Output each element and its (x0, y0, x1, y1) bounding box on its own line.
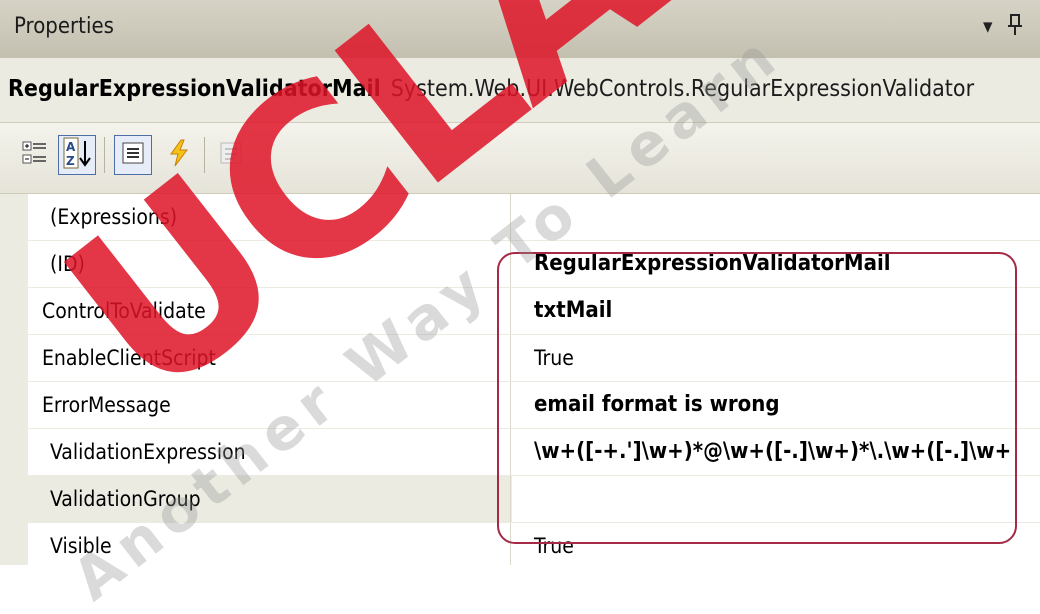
property-name: (ID) (28, 241, 511, 287)
property-pages-button[interactable] (212, 135, 250, 175)
toolbar-separator (104, 137, 105, 173)
property-value[interactable]: \w+([-+.']\w+)*@\w+([-.]\w+)*\.\w+([-.]\… (512, 429, 1040, 475)
property-name: EnableClientScript (28, 335, 511, 381)
property-row-id[interactable]: (ID) RegularExpressionValidatorMail (28, 241, 1040, 288)
panel-title: Properties (14, 14, 114, 39)
events-button[interactable] (160, 135, 198, 175)
property-name: ControlToValidate (28, 288, 511, 334)
events-icon (168, 139, 190, 171)
dropdown-arrow-icon[interactable]: ▾ (983, 14, 993, 38)
toolbar-separator (204, 137, 205, 173)
pin-icon[interactable] (1008, 14, 1022, 41)
property-row-enableclientscript[interactable]: EnableClientScript True (28, 335, 1040, 382)
property-row-expressions[interactable]: (Expressions) (28, 194, 1040, 241)
alphabetical-sort-icon: A Z (63, 137, 91, 173)
property-value[interactable]: True (512, 335, 1040, 381)
categorized-button[interactable] (16, 135, 54, 175)
object-type: System.Web.UI.WebControls.RegularExpress… (390, 76, 975, 102)
properties-button[interactable] (114, 135, 152, 175)
property-name: (Expressions) (28, 194, 511, 240)
grid-gutter (0, 194, 28, 565)
object-name: RegularExpressionValidatorMail (8, 76, 381, 102)
property-value[interactable]: True (512, 523, 1040, 565)
property-value[interactable] (512, 476, 1040, 522)
property-value[interactable]: txtMail (512, 288, 1040, 334)
categorized-icon (22, 140, 48, 170)
svg-text:A: A (66, 140, 76, 154)
property-row-validationexpression[interactable]: ValidationExpression \w+([-+.']\w+)*@\w+… (28, 429, 1040, 476)
properties-panel-titlebar: Properties ▾ (0, 0, 1040, 59)
alphabetical-button[interactable]: A Z (58, 135, 96, 175)
properties-toolbar: A Z (0, 123, 1040, 194)
property-name: ValidationExpression (28, 429, 511, 475)
property-value[interactable]: RegularExpressionValidatorMail (512, 241, 1040, 287)
property-row-controltovalidate[interactable]: ControlToValidate txtMail (28, 288, 1040, 335)
property-value[interactable]: email format is wrong (512, 382, 1040, 428)
property-pages-icon (219, 141, 243, 169)
svg-text:Z: Z (66, 154, 75, 168)
property-row-validationgroup[interactable]: ValidationGroup (28, 476, 1040, 523)
property-name: ErrorMessage (28, 382, 511, 428)
property-grid: (Expressions) (ID) RegularExpressionVali… (0, 194, 1040, 565)
property-name: Visible (28, 523, 511, 565)
property-row-errormessage[interactable]: ErrorMessage email format is wrong (28, 382, 1040, 429)
object-selector[interactable]: RegularExpressionValidatorMail System.Web… (0, 58, 1040, 123)
property-row-visible[interactable]: Visible True (28, 523, 1040, 565)
properties-icon (121, 141, 145, 169)
property-name: ValidationGroup (28, 476, 511, 522)
property-value[interactable] (512, 194, 1040, 240)
